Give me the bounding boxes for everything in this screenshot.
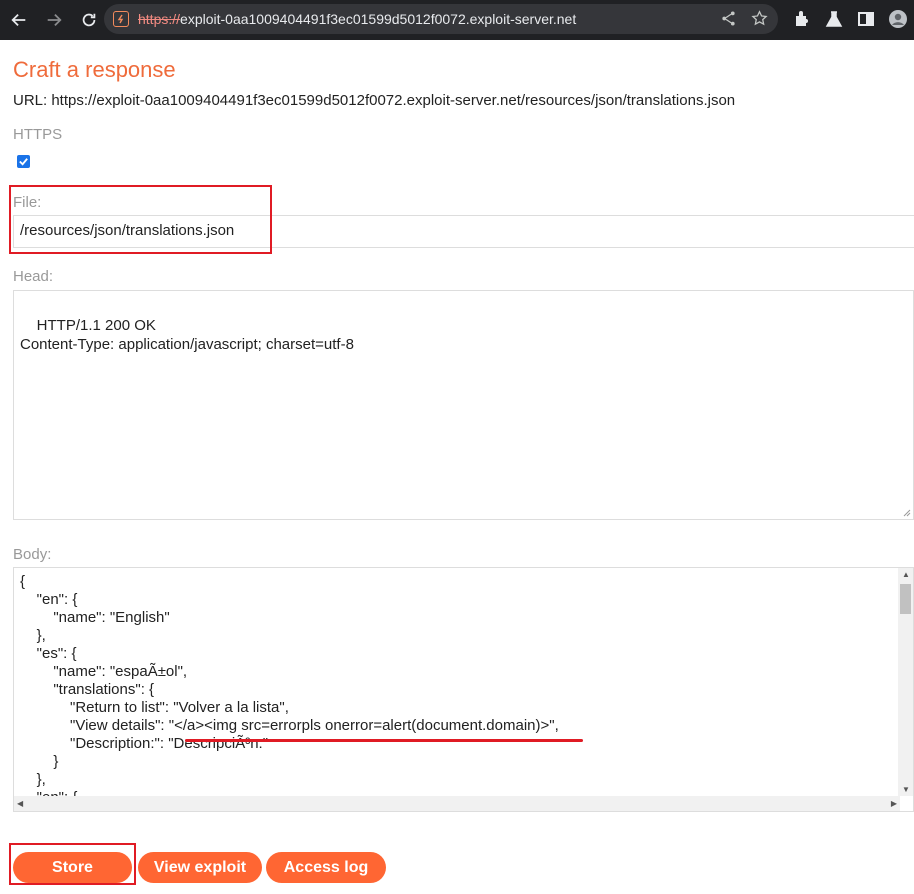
https-checkbox[interactable] bbox=[17, 155, 30, 168]
reload-icon bbox=[82, 13, 96, 27]
scroll-up-icon[interactable]: ▲ bbox=[902, 570, 910, 579]
access-log-button[interactable]: Access log bbox=[266, 852, 386, 883]
view-exploit-button[interactable]: View exploit bbox=[138, 852, 262, 883]
exploit-url: URL: https://exploit-0aa1009404491f3ec01… bbox=[13, 92, 736, 109]
url-scheme: https:// bbox=[138, 11, 181, 27]
forward-button[interactable] bbox=[44, 10, 64, 30]
arrow-left-icon bbox=[11, 13, 26, 27]
extensions-icon[interactable] bbox=[792, 9, 812, 29]
head-label: Head: bbox=[13, 268, 54, 285]
file-label: File: bbox=[13, 194, 42, 211]
browser-toolbar: https://exploit-0aa1009404491f3ec01599d5… bbox=[0, 0, 914, 40]
store-button[interactable]: Store bbox=[13, 852, 132, 883]
address-text[interactable]: https://exploit-0aa1009404491f3ec01599d5… bbox=[138, 11, 576, 27]
scrollbar-thumb[interactable] bbox=[900, 584, 911, 614]
exploit-server-page: Craft a response URL: https://exploit-0a… bbox=[0, 40, 914, 894]
star-icon[interactable] bbox=[751, 10, 768, 27]
resize-grip-icon[interactable] bbox=[902, 508, 911, 517]
vertical-scrollbar[interactable]: ▲ ▼ bbox=[898, 568, 913, 796]
body-text: { "en": { "name": "English" }, "es": { "… bbox=[20, 573, 559, 806]
not-secure-icon[interactable] bbox=[113, 11, 129, 27]
url-host: exploit-0aa1009404491f3ec01599d5012f0072… bbox=[180, 11, 577, 27]
scroll-left-icon[interactable]: ◀ bbox=[17, 799, 23, 808]
body-label: Body: bbox=[13, 546, 52, 563]
labs-flask-icon[interactable] bbox=[824, 9, 844, 29]
checkmark-icon bbox=[19, 158, 28, 166]
back-button[interactable] bbox=[9, 10, 29, 30]
share-icon[interactable] bbox=[720, 10, 737, 27]
arrow-right-icon bbox=[47, 13, 62, 27]
side-panel-icon[interactable] bbox=[856, 9, 876, 29]
horizontal-scrollbar[interactable]: ◀ ▶ bbox=[14, 796, 900, 811]
address-bar[interactable]: https://exploit-0aa1009404491f3ec01599d5… bbox=[104, 4, 778, 34]
head-text: HTTP/1.1 200 OK Content-Type: applicatio… bbox=[20, 317, 354, 353]
file-input[interactable]: /resources/json/translations.json bbox=[13, 215, 914, 248]
annotation-underline bbox=[185, 739, 583, 742]
head-textarea[interactable]: HTTP/1.1 200 OK Content-Type: applicatio… bbox=[13, 290, 914, 520]
profile-avatar-icon[interactable] bbox=[888, 9, 908, 29]
reload-button[interactable] bbox=[79, 10, 99, 30]
https-label: HTTPS bbox=[13, 126, 63, 143]
scroll-down-icon[interactable]: ▼ bbox=[902, 785, 910, 794]
scroll-right-icon[interactable]: ▶ bbox=[891, 799, 897, 808]
page-title: Craft a response bbox=[13, 57, 176, 82]
body-textarea[interactable]: { "en": { "name": "English" }, "es": { "… bbox=[13, 567, 914, 812]
